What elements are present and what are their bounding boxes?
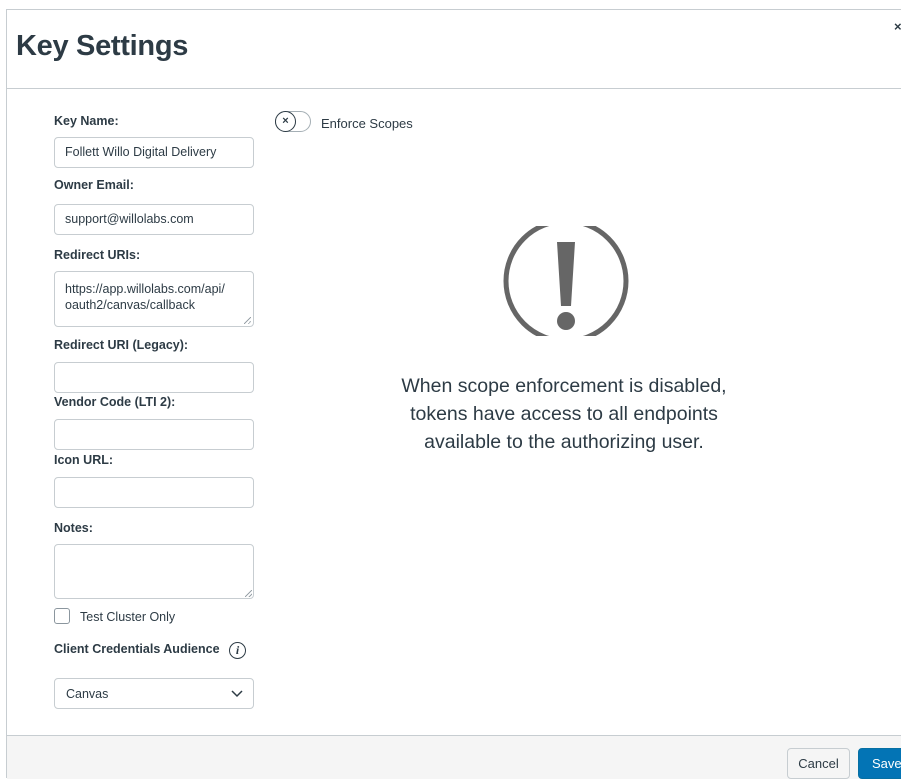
resize-handle-icon[interactable] xyxy=(244,317,251,324)
notes-label: Notes: xyxy=(54,521,93,535)
chevron-down-icon xyxy=(231,690,243,698)
warning-line: tokens have access to all endpoints xyxy=(410,403,718,425)
enforce-scopes-label: Enforce Scopes xyxy=(321,116,413,131)
icon-url-label: Icon URL: xyxy=(54,453,114,467)
modal-title: Key Settings xyxy=(16,30,189,62)
redirect-uri-line: oauth2/canvas/callback xyxy=(65,298,195,312)
cancel-button[interactable]: Cancel xyxy=(787,748,850,779)
redirect-uris-textarea[interactable]: https://app.willolabs.com/api/ oauth2/ca… xyxy=(54,271,254,327)
modal-header: Key Settings × xyxy=(7,10,901,89)
notes-textarea[interactable] xyxy=(54,544,254,599)
owner-email-label: Owner Email: xyxy=(54,178,134,192)
toggle-off-icon: × xyxy=(275,111,296,132)
redirect-uri-legacy-label: Redirect URI (Legacy): xyxy=(54,338,189,352)
redirect-uri-line: https://app.willolabs.com/api/ xyxy=(65,282,225,296)
warning-line: available to the authorizing user. xyxy=(424,431,704,453)
client-credentials-audience-label: Client Credentials Audience xyxy=(54,642,220,656)
redirect-uri-legacy-input[interactable] xyxy=(54,362,254,393)
close-icon[interactable]: × xyxy=(894,19,901,34)
modal-footer: Cancel Save xyxy=(7,735,901,779)
key-name-input[interactable]: Follett Willo Digital Delivery xyxy=(54,137,254,168)
test-cluster-checkbox[interactable] xyxy=(54,608,70,624)
key-name-label: Key Name: xyxy=(54,114,119,128)
warning-icon xyxy=(503,226,629,336)
redirect-uris-label: Redirect URIs: xyxy=(54,248,141,262)
vendor-code-input[interactable] xyxy=(54,419,254,450)
key-settings-modal: Key Settings × Key Name: Follett Willo D… xyxy=(6,9,901,779)
vendor-code-label: Vendor Code (LTI 2): xyxy=(54,395,176,409)
resize-handle-icon[interactable] xyxy=(245,590,252,597)
audience-select[interactable]: Canvas xyxy=(54,678,254,709)
enforce-scopes-toggle[interactable]: × xyxy=(275,111,311,132)
owner-email-input[interactable]: support@willolabs.com xyxy=(54,204,254,235)
audience-select-value: Canvas xyxy=(66,687,109,701)
icon-url-input[interactable] xyxy=(54,477,254,508)
save-button[interactable]: Save xyxy=(858,748,901,779)
scope-warning-text: When scope enforcement is disabled, toke… xyxy=(337,372,791,456)
test-cluster-label: Test Cluster Only xyxy=(80,610,176,624)
warning-line: When scope enforcement is disabled, xyxy=(401,375,727,397)
info-icon[interactable]: i xyxy=(229,642,246,659)
